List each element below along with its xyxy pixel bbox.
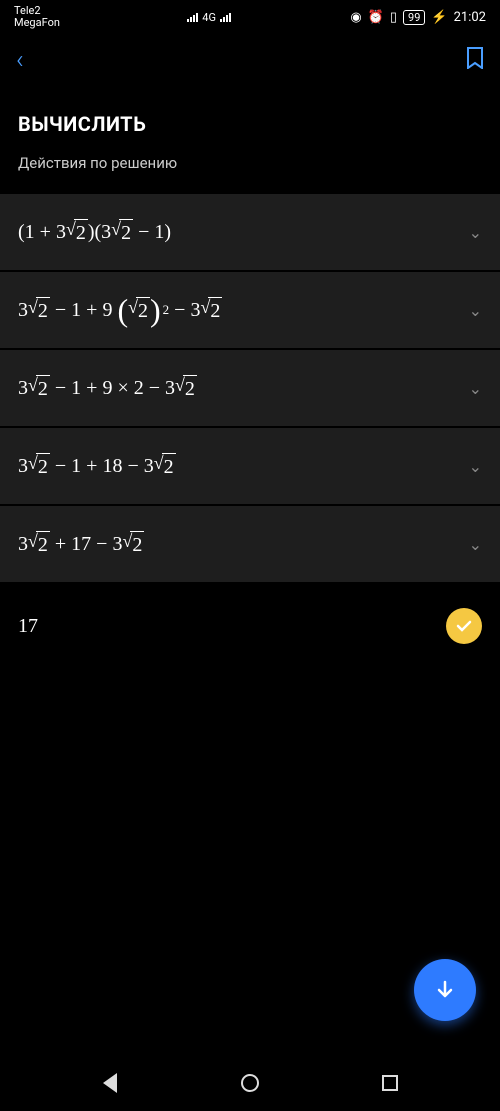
battery-indicator: 99 [403,10,425,25]
step-row-3[interactable]: 3√2−1+9×2−3√2 ⌄ [0,350,500,426]
bookmark-icon [466,47,484,69]
eye-icon: ◉ [350,10,361,25]
nav-back-button[interactable] [98,1071,122,1095]
signal-info: 4G [187,11,231,24]
step-row-4[interactable]: 3√2−1+18−3√2 ⌄ [0,428,500,504]
square-recent-icon [382,1075,398,1091]
app-bar: ‹ [0,32,500,88]
step-row-5[interactable]: 3√2+17−3√2 ⌄ [0,506,500,582]
android-nav-bar [0,1055,500,1111]
step-row-2[interactable]: 3√2−1+9 (√2)2−3√2 ⌄ [0,272,500,348]
charging-icon: ⚡ [431,10,447,25]
vibrate-icon: ▯ [390,10,397,25]
math-expression: 3√2−1+9 (√2)2−3√2 [18,294,222,326]
alarm-icon: ⏰ [368,10,384,25]
back-button[interactable]: ‹ [16,45,24,75]
nav-recent-button[interactable] [378,1071,402,1095]
carrier-labels: Tele2 MegaFon [14,5,60,29]
network-type: 4G [202,11,216,24]
result-row: 17 [0,584,500,664]
check-badge[interactable] [446,608,482,644]
chevron-down-icon: ⌄ [469,535,482,554]
clock: 21:02 [454,10,486,25]
content-header: ВЫЧИСЛИТЬ Действия по решению [0,88,500,194]
page-subtitle: Действия по решению [18,154,482,172]
download-fab[interactable] [414,959,476,1021]
circle-home-icon [241,1074,259,1092]
chevron-down-icon: ⌄ [469,379,482,398]
signal-bars-icon-2 [220,12,231,22]
check-icon [454,616,474,636]
nav-home-button[interactable] [238,1071,262,1095]
math-expression: (1+3√2)(3√2−1) [18,219,171,246]
page-title: ВЫЧИСЛИТЬ [18,112,482,136]
signal-bars-icon [187,12,198,22]
chevron-down-icon: ⌄ [469,301,482,320]
bookmark-button[interactable] [466,47,484,73]
math-expression: 3√2−1+9×2−3√2 [18,375,197,402]
math-result: 17 [18,615,38,638]
math-expression: 3√2−1+18−3√2 [18,453,176,480]
math-expression: 3√2+17−3√2 [18,531,144,558]
status-right: ◉ ⏰ ▯ 99 ⚡ 21:02 [350,10,486,25]
chevron-down-icon: ⌄ [469,223,482,242]
status-bar: Tele2 MegaFon 4G ◉ ⏰ ▯ 99 ⚡ 21:02 [0,0,500,32]
carrier-2: MegaFon [14,17,60,29]
step-row-1[interactable]: (1+3√2)(3√2−1) ⌄ [0,194,500,270]
triangle-back-icon [103,1073,117,1093]
chevron-down-icon: ⌄ [469,457,482,476]
arrow-down-icon [433,978,457,1002]
